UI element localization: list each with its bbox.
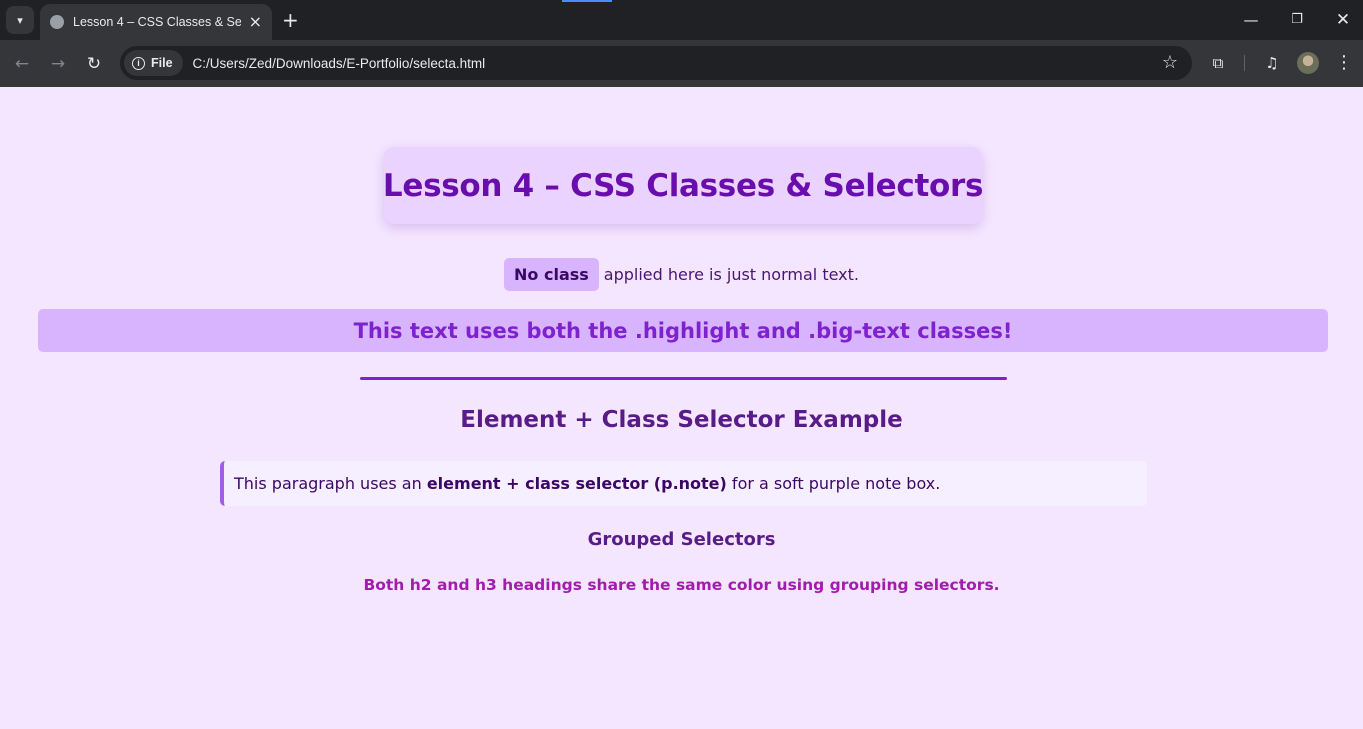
browser-toolbar: ← → ↻ i File C:/Users/Zed/Downloads/E-Po… [0, 40, 1363, 87]
avatar[interactable] [1297, 52, 1319, 74]
site-info-chip[interactable]: i File [124, 50, 183, 76]
note-box: This paragraph uses an element + class s… [220, 461, 1147, 506]
browser-tab[interactable]: Lesson 4 – CSS Classes & Selectors × [40, 4, 272, 40]
url-text[interactable]: C:/Users/Zed/Downloads/E-Portfolio/selec… [193, 56, 486, 71]
tab-title: Lesson 4 – CSS Classes & Selectors [73, 15, 241, 29]
back-icon[interactable]: ← [10, 52, 34, 76]
minimize-icon[interactable]: — [1239, 8, 1263, 32]
highlight-bar: This text uses both the .highlight and .… [38, 309, 1328, 352]
globe-icon [50, 15, 64, 29]
menu-icon[interactable]: ⋮ [1332, 51, 1356, 75]
address-bar[interactable]: i File C:/Users/Zed/Downloads/E-Portfoli… [120, 46, 1192, 80]
page-content: Lesson 4 – CSS Classes & Selectors No cl… [0, 87, 1363, 729]
toolbar-separator [1244, 55, 1245, 71]
no-class-badge: No class [504, 258, 599, 291]
window-close-icon[interactable]: ✕ [1331, 8, 1355, 32]
note-text-bold: element + class selector (p.note) [426, 474, 727, 493]
page-title: Lesson 4 – CSS Classes & Selectors [382, 167, 984, 204]
restore-icon[interactable]: ❐ [1285, 8, 1309, 32]
star-icon[interactable]: ☆ [1162, 52, 1178, 74]
plus-icon[interactable]: + [282, 8, 299, 32]
site-chip-label: File [151, 56, 173, 70]
divider [360, 377, 1007, 380]
no-class-text: applied here is just normal text. [603, 265, 859, 284]
note-text-after: for a soft purple note box. [726, 474, 941, 493]
reload-icon[interactable]: ↻ [82, 52, 106, 76]
tab-strip: ▾ Lesson 4 – CSS Classes & Selectors × +… [0, 0, 1363, 40]
grouped-heading: Grouped Selectors [587, 529, 776, 550]
highlight-text: This text uses both the .highlight and .… [353, 318, 1013, 343]
close-icon[interactable]: × [249, 14, 262, 30]
window-indicator [562, 0, 612, 2]
extensions-icon[interactable]: ⧉ [1206, 51, 1230, 75]
forward-icon[interactable]: → [46, 52, 70, 76]
info-icon: i [132, 56, 145, 70]
title-card: Lesson 4 – CSS Classes & Selectors [382, 147, 984, 224]
grouped-text: Both h2 and h3 headings share the same c… [363, 576, 1000, 594]
note-text-before: This paragraph uses an [234, 474, 427, 493]
no-class-paragraph: No class applied here is just normal tex… [0, 258, 1363, 291]
section-heading: Element + Class Selector Example [460, 407, 903, 433]
media-icon[interactable]: ♫ [1260, 51, 1284, 75]
tab-search-icon[interactable]: ▾ [6, 6, 34, 34]
